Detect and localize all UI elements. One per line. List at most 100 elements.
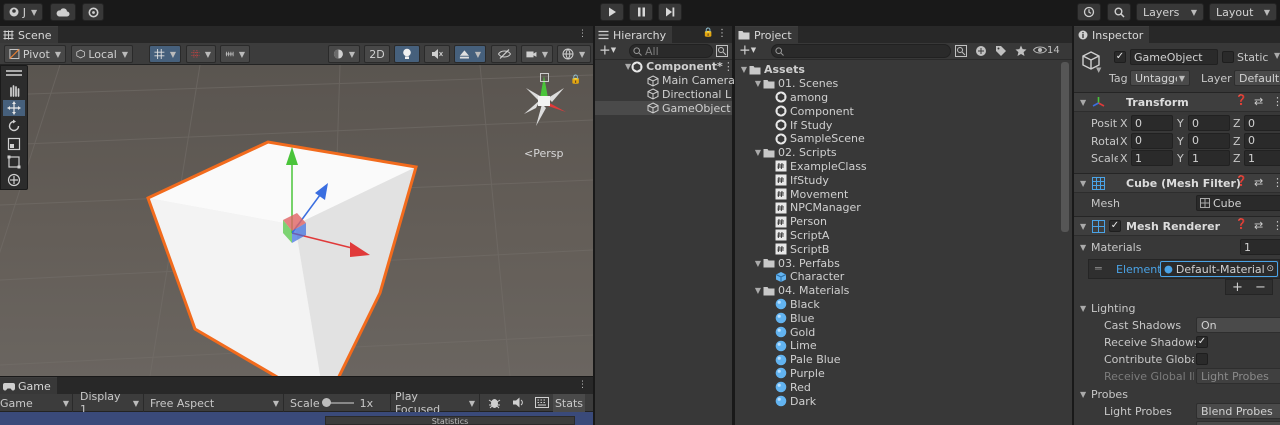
gizmos-dropdown[interactable]: ▼	[557, 45, 591, 63]
cast-shadows-dropdown[interactable]: On	[1196, 317, 1280, 333]
hierarchy-item-directional-light[interactable]: Directional Light	[595, 88, 732, 102]
project-asset[interactable]: Component	[735, 104, 1057, 118]
project-asset[interactable]: among	[735, 91, 1057, 105]
remove-element-button[interactable]: −	[1249, 280, 1272, 295]
tab-game[interactable]: Game	[0, 377, 57, 394]
project-folder[interactable]: ▼ 03. Perfabs	[735, 256, 1057, 270]
hand-tool[interactable]	[3, 82, 25, 98]
perspective-label[interactable]: <Persp	[524, 147, 563, 160]
project-folder[interactable]: ▼ 02. Scripts	[735, 146, 1057, 160]
more-options-icon[interactable]: ⋮	[723, 60, 734, 73]
scrollbar[interactable]	[1061, 62, 1069, 232]
lock-icon[interactable]: 🔒	[703, 28, 714, 38]
local-dropdown[interactable]: Local ▼	[71, 45, 133, 63]
project-asset[interactable]: Dark	[735, 394, 1057, 408]
help-icon[interactable]: ❓	[1235, 176, 1247, 187]
effects-dropdown[interactable]: ▼	[454, 45, 486, 63]
scale-slider[interactable]: Scale 1x	[290, 394, 386, 412]
project-folder[interactable]: ▼ 01. Scenes	[735, 77, 1057, 91]
add-element-button[interactable]: +	[1226, 280, 1249, 295]
drag-handle[interactable]	[6, 74, 22, 76]
chevron-down-icon[interactable]: ▼	[1080, 243, 1086, 252]
project-asset[interactable]: ScriptA	[735, 229, 1057, 243]
camera-dropdown[interactable]: ▼	[521, 45, 553, 63]
transform-x-field[interactable]: 1	[1131, 150, 1173, 166]
project-asset[interactable]: Red	[735, 380, 1057, 394]
project-asset[interactable]: Purple	[735, 367, 1057, 381]
shading-mode-dropdown[interactable]: ▼	[328, 45, 360, 63]
project-asset[interactable]: ExampleClass	[735, 160, 1057, 174]
tab-project[interactable]: Project	[735, 26, 798, 43]
project-asset[interactable]: NPCManager	[735, 201, 1057, 215]
aspect-dropdown[interactable]: Free Aspect ▼	[146, 394, 284, 412]
project-asset[interactable]: Black	[735, 298, 1057, 312]
transform-y-field[interactable]: 0	[1188, 115, 1230, 131]
step-button[interactable]	[658, 3, 682, 21]
project-search-input[interactable]	[771, 44, 951, 58]
grid-snap-toggle[interactable]: ▼	[149, 45, 181, 63]
tag-dropdown[interactable]: Untagged ▼	[1130, 70, 1190, 86]
display-dropdown[interactable]: Display 1 ▼	[76, 390, 144, 416]
account-dropdown[interactable]: J ▼	[3, 3, 43, 21]
increment-snap-toggle[interactable]: ▼	[220, 45, 250, 63]
hidden-packages-icon[interactable]	[1033, 45, 1047, 55]
more-options-icon[interactable]: ⋮	[578, 380, 587, 390]
layers-dropdown[interactable]: Layers ▼	[1136, 3, 1204, 21]
collab-button[interactable]	[82, 3, 104, 21]
play-focused-dropdown[interactable]: Play Focused ▼	[390, 390, 480, 416]
bug-icon[interactable]	[488, 396, 501, 409]
help-icon[interactable]: ❓	[1235, 95, 1247, 106]
game-view-dropdown[interactable]: Game ▼	[0, 394, 73, 412]
transform-y-field[interactable]: 1	[1188, 150, 1230, 166]
mesh-object-field[interactable]: Cube	[1196, 195, 1280, 211]
game-viewport[interactable]: Statistics	[0, 412, 593, 425]
project-asset[interactable]: SampleScene	[735, 132, 1057, 146]
lock-overlay-icon[interactable]	[540, 73, 549, 82]
lighting-toggle[interactable]	[394, 45, 420, 63]
hierarchy-search-input[interactable]: All	[629, 44, 713, 58]
more-options-icon[interactable]: ⋮	[717, 28, 727, 39]
search-button[interactable]	[1107, 3, 1131, 21]
search-by-type-icon[interactable]	[955, 45, 967, 57]
layer-dropdown[interactable]: Default	[1234, 70, 1280, 86]
rotate-tool[interactable]	[3, 118, 25, 134]
pause-button[interactable]	[629, 3, 653, 21]
scale-track[interactable]	[321, 398, 354, 407]
move-tool[interactable]	[3, 100, 25, 116]
active-checkbox[interactable]: ✓	[1114, 51, 1126, 63]
scene-root[interactable]: ▼ Component* ⋮	[595, 60, 734, 74]
rect-tool[interactable]	[3, 154, 25, 170]
keyboard-icon[interactable]	[535, 397, 549, 408]
chevron-down-icon[interactable]: ▼	[1096, 66, 1101, 74]
hierarchy-item-main-camera[interactable]: Main Camera	[595, 74, 735, 88]
presets-icon[interactable]: ⇄	[1254, 176, 1263, 189]
project-asset[interactable]: IfStudy	[735, 173, 1057, 187]
scale-thumb[interactable]	[321, 398, 331, 407]
project-asset[interactable]: Gold	[735, 325, 1057, 339]
contribute-gi-checkbox[interactable]	[1196, 353, 1208, 365]
add-button[interactable]: +▼	[599, 43, 616, 59]
audio-toggle[interactable]	[424, 45, 450, 63]
more-options-icon[interactable]: ⋮	[1272, 95, 1280, 108]
project-asset[interactable]: If Study	[735, 118, 1057, 132]
transform-z-field[interactable]: 1	[1244, 150, 1280, 166]
mesh-filter-header[interactable]: ▼ Cube (Mesh Filter) ❓ ⇄ ⋮	[1074, 173, 1280, 193]
pivot-dropdown[interactable]: Pivot ▼	[4, 45, 66, 63]
tab-hierarchy[interactable]: Hierarchy	[595, 26, 673, 43]
object-picker-icon[interactable]: ⊙	[1266, 264, 1274, 274]
project-asset[interactable]: Pale Blue	[735, 353, 1057, 367]
audio-icon[interactable]	[512, 396, 525, 409]
transform-y-field[interactable]: 0	[1188, 132, 1230, 149]
reflection-probes-dropdown[interactable]	[1196, 421, 1280, 425]
help-icon[interactable]: ❓	[1235, 219, 1247, 230]
scene-visibility-icon[interactable]	[716, 45, 728, 57]
drag-handle-icon[interactable]: ═	[1095, 262, 1102, 275]
project-asset[interactable]: Person	[735, 215, 1057, 229]
transform-x-field[interactable]: 0	[1131, 115, 1173, 131]
project-asset[interactable]: Blue	[735, 311, 1057, 325]
favorite-star-icon[interactable]	[1015, 45, 1027, 57]
presets-icon[interactable]: ⇄	[1254, 219, 1263, 232]
cloud-button[interactable]	[50, 3, 76, 21]
more-options-icon[interactable]: ⋮	[1272, 219, 1280, 232]
transform-x-field[interactable]: 0	[1131, 132, 1173, 149]
